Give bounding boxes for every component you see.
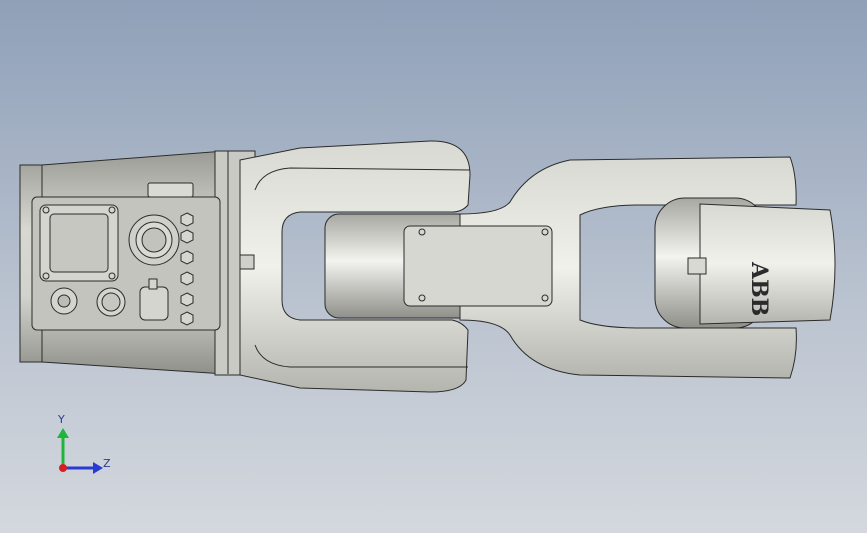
robot-arm-model[interactable]: ABB bbox=[0, 0, 867, 533]
y-axis-label: Y bbox=[58, 413, 65, 426]
wrist-housing[interactable]: ABB bbox=[654, 197, 836, 329]
z-axis-label: Z bbox=[103, 457, 111, 470]
brand-logo: ABB bbox=[746, 261, 772, 316]
connector-panel bbox=[31, 196, 221, 331]
graphics-viewport[interactable]: ABB Y Z bbox=[0, 0, 867, 533]
base-housing[interactable] bbox=[19, 150, 256, 376]
